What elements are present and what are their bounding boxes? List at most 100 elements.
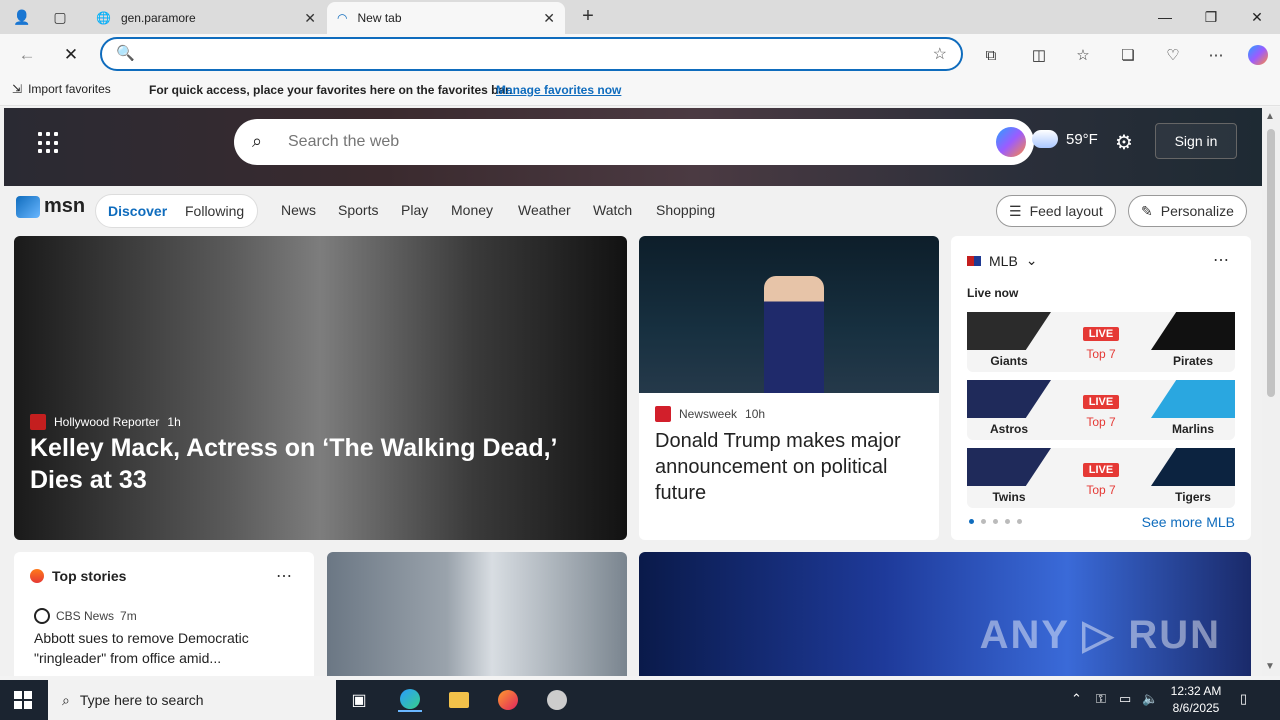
settings-more-icon[interactable]: ⋯ xyxy=(1203,42,1229,68)
nav-sports[interactable]: Sports xyxy=(338,202,378,218)
mlb-title: MLB xyxy=(989,252,1018,269)
nav-money[interactable]: Money xyxy=(451,202,493,218)
tab-following[interactable]: Following xyxy=(185,203,244,219)
app-icon[interactable] xyxy=(545,688,569,712)
tab-new-tab[interactable]: ◠ New tab ✕ xyxy=(327,2,565,34)
photo-story-card[interactable] xyxy=(327,552,627,676)
see-more-mlb-link[interactable]: See more MLB xyxy=(1142,514,1235,530)
away-team: Twins xyxy=(967,448,1051,508)
search-icon: ⌕ xyxy=(252,131,263,151)
game-row[interactable]: Giants LIVE Top 7 Pirates xyxy=(967,312,1235,372)
favorites-icon[interactable]: ☆ xyxy=(1070,42,1096,68)
anyrun-watermark: ANY ▷ RUN xyxy=(979,613,1221,657)
mlb-logo-icon xyxy=(967,255,981,266)
firefox-icon[interactable] xyxy=(496,688,520,712)
feed-toggle: Discover Following xyxy=(95,194,258,228)
address-input[interactable] xyxy=(142,45,902,65)
split-screen-icon[interactable]: ◫ xyxy=(1026,42,1052,68)
minimize-button[interactable]: — xyxy=(1142,0,1188,34)
restore-button[interactable]: ❐ xyxy=(1188,0,1234,34)
giants-logo-icon xyxy=(967,312,1051,350)
hollywood-reporter-logo-icon xyxy=(30,414,46,430)
start-button[interactable] xyxy=(14,691,32,709)
game-status: LIVE Top 7 xyxy=(1075,392,1127,429)
nav-watch[interactable]: Watch xyxy=(593,202,632,218)
page-scrollbar[interactable]: ▲ ▼ xyxy=(1262,107,1280,676)
game-row[interactable]: Astros LIVE Top 7 Marlins xyxy=(967,380,1235,440)
browser-essentials-icon[interactable]: ♡ xyxy=(1160,42,1186,68)
notifications-icon[interactable]: ▯ xyxy=(1240,691,1247,707)
web-search-box[interactable]: ⌕ xyxy=(234,119,1034,165)
mid-story-title[interactable]: Donald Trump makes major announcement on… xyxy=(655,428,925,506)
story-age: 10h xyxy=(745,407,766,421)
more-options-icon[interactable]: ⋯ xyxy=(276,566,292,586)
sign-in-button[interactable]: Sign in xyxy=(1155,123,1237,159)
personalize-button[interactable]: ✎ Personalize xyxy=(1128,195,1247,227)
tab-title: New tab xyxy=(357,11,402,25)
copilot-icon[interactable] xyxy=(1245,42,1271,68)
volume-icon[interactable]: 🔈 xyxy=(1142,691,1158,707)
nav-news[interactable]: News xyxy=(281,202,316,218)
top-story-headline[interactable]: Abbott sues to remove Democratic "ringle… xyxy=(34,628,294,668)
hero-story-title[interactable]: Kelley Mack, Actress on ‘The Walking Dea… xyxy=(30,432,610,496)
manage-favorites-link[interactable]: Manage favorites now xyxy=(496,83,621,97)
mlb-header[interactable]: MLB ⌄ xyxy=(967,252,1038,269)
system-clock[interactable]: 12:32 AM 8/6/2025 xyxy=(1166,683,1226,717)
weather-widget[interactable]: 59°F xyxy=(1032,130,1098,148)
live-badge: LIVE xyxy=(1082,395,1120,409)
photo-story-card[interactable]: ANY ▷ RUN xyxy=(639,552,1251,676)
edge-icon[interactable] xyxy=(398,688,422,712)
close-tab-icon[interactable]: ✕ xyxy=(543,10,555,27)
close-tab-icon[interactable]: ✕ xyxy=(304,10,316,27)
nav-play[interactable]: Play xyxy=(401,202,428,218)
source-name: Hollywood Reporter xyxy=(54,415,160,429)
scroll-down-icon[interactable]: ▼ xyxy=(1265,661,1275,672)
page-settings-icon[interactable]: ⚙ xyxy=(1115,130,1133,155)
cbs-logo-icon xyxy=(34,608,50,624)
apps-launcher-icon[interactable] xyxy=(38,132,60,154)
web-search-input[interactable] xyxy=(288,131,968,153)
search-icon: ⌕ xyxy=(62,691,70,708)
newsweek-story-card[interactable]: Newsweek 10h Donald Trump makes major an… xyxy=(639,236,939,540)
tab-actions-icon[interactable]: ▢ xyxy=(48,5,72,29)
collections-icon[interactable]: ❏ xyxy=(1115,42,1141,68)
carousel-dots[interactable] xyxy=(969,519,1022,524)
hero-banner: ⌕ 59°F ⚙ Sign in xyxy=(4,108,1262,186)
story-age: 1h xyxy=(167,415,181,429)
live-badge: LIVE xyxy=(1082,463,1120,477)
feed-layout-button[interactable]: ☰ Feed layout xyxy=(996,195,1116,227)
scroll-up-icon[interactable]: ▲ xyxy=(1265,111,1275,122)
new-tab-button[interactable]: + xyxy=(577,6,599,28)
nav-shopping[interactable]: Shopping xyxy=(656,202,715,218)
task-view-icon[interactable]: ▣ xyxy=(347,688,371,712)
address-bar[interactable]: 🔍 ☆ xyxy=(100,37,963,71)
more-options-icon[interactable]: ⋯ xyxy=(1213,250,1229,270)
tab-discover[interactable]: Discover xyxy=(108,203,167,219)
stop-loading-button[interactable]: ✕ xyxy=(58,42,84,68)
top-stories-title: Top stories xyxy=(52,568,127,584)
marlins-logo-icon xyxy=(1151,380,1235,418)
profile-icon[interactable]: 👤 xyxy=(10,5,34,29)
clock-time: 12:32 AM xyxy=(1170,684,1222,698)
personalize-label: Personalize xyxy=(1160,203,1234,219)
close-window-button[interactable]: ✕ xyxy=(1234,0,1280,34)
copilot-search-icon[interactable] xyxy=(996,127,1026,157)
weather-temperature: 59°F xyxy=(1066,130,1098,148)
top-stories-header[interactable]: Top stories xyxy=(30,568,126,584)
msn-logo[interactable]: msn xyxy=(16,195,85,218)
favorite-star-icon[interactable]: ☆ xyxy=(933,44,947,64)
game-row[interactable]: Twins LIVE Top 7 Tigers xyxy=(967,448,1235,508)
extensions-icon[interactable]: ⧉ xyxy=(978,42,1004,68)
network-status-icon[interactable]: ⚿ xyxy=(1096,691,1106,707)
file-explorer-icon[interactable] xyxy=(447,688,471,712)
tray-chevron-icon[interactable]: ⌃ xyxy=(1071,691,1082,707)
nav-weather[interactable]: Weather xyxy=(518,202,571,218)
wifi-icon[interactable]: ▭ xyxy=(1119,691,1131,707)
import-favorites-button[interactable]: ⇲ Import favorites xyxy=(12,82,111,96)
scrollbar-thumb[interactable] xyxy=(1267,129,1275,397)
away-team: Giants xyxy=(967,312,1051,372)
taskbar-search[interactable]: ⌕ Type here to search xyxy=(48,680,336,720)
hero-story-card[interactable]: Hollywood Reporter 1h Kelley Mack, Actre… xyxy=(14,236,627,540)
tab-gen-paramore[interactable]: 🌐 gen.paramore ✕ xyxy=(86,2,326,34)
back-button[interactable]: ← xyxy=(14,42,40,68)
